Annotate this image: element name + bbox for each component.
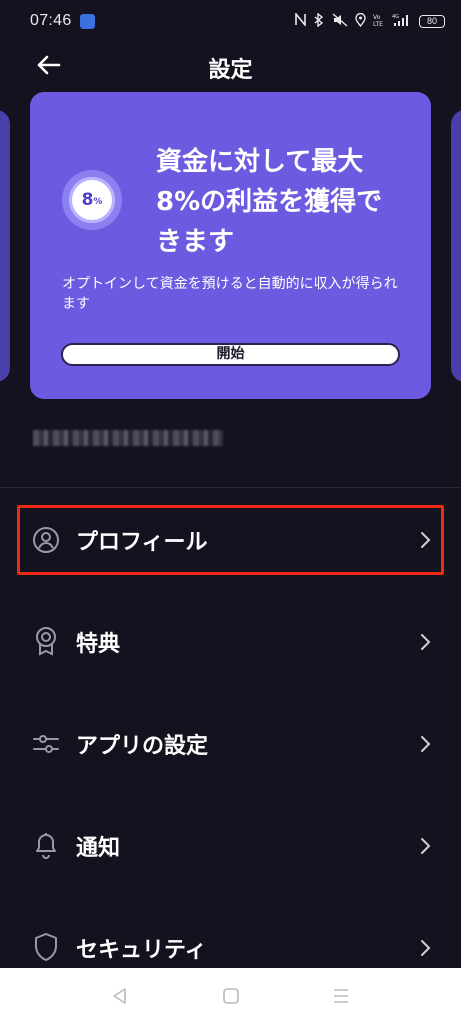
chevron-right-icon [419, 735, 431, 753]
status-time: 07:46 [30, 12, 72, 29]
page-title: 設定 [208, 58, 253, 83]
chevron-right-icon [419, 531, 431, 549]
chevron-right-icon [419, 939, 431, 957]
divider [0, 487, 461, 488]
header: 設定 [0, 42, 461, 90]
bell-icon [32, 830, 60, 859]
menu-item-app-settings[interactable]: アプリの設定 [0, 712, 461, 776]
menu-item-rewards[interactable]: 特典 [0, 610, 461, 674]
start-button[interactable]: 開始 [61, 343, 400, 366]
badge-number: 8 [81, 190, 94, 210]
menu-item-notifications[interactable]: 通知 [0, 814, 461, 878]
carousel-prev-card[interactable] [0, 110, 10, 382]
volte-icon: Vo LTE [373, 13, 385, 30]
home-square-icon[interactable] [221, 986, 241, 1006]
svg-text:LTE: LTE [373, 21, 383, 27]
chevron-right-icon [419, 837, 431, 855]
mute-icon [332, 12, 348, 30]
location-icon [355, 12, 366, 30]
signal-4g-icon: 4G [392, 13, 412, 30]
system-nav-bar [0, 968, 461, 1024]
status-bar: 07:46 Vo LTE 4G 80 [0, 0, 461, 42]
bluetooth-icon [313, 12, 325, 30]
promo-card[interactable]: 8% 資金に対して最大8%の利益を獲得できます オプトインして資金を預けると自動… [30, 92, 431, 399]
award-icon [32, 626, 60, 656]
percent-badge-icon: 8% [62, 170, 122, 230]
menu-label: セキュリティ [76, 938, 207, 963]
settings-screen: 07:46 Vo LTE 4G 80 設定 8 % 資金に対して最大8%の利益を… [0, 0, 461, 1024]
recents-lines-icon[interactable] [331, 986, 351, 1006]
menu-label: プロフィール [76, 530, 208, 555]
svg-text:Vo: Vo [373, 14, 381, 21]
battery-icon: 80 [419, 14, 445, 28]
badge-unit: % [93, 197, 103, 207]
menu-item-profile[interactable]: プロフィール [0, 508, 461, 572]
menu-label: アプリの設定 [76, 734, 209, 759]
nfc-icon [295, 11, 306, 29]
chevron-right-icon [419, 633, 431, 651]
profile-icon [32, 526, 60, 554]
app-notification-icon [79, 13, 95, 29]
promo-body: オプトインして資金を預けると自動的に収入が得られます [62, 276, 398, 312]
svg-text:4G: 4G [392, 14, 399, 20]
menu-label: 通知 [76, 836, 121, 861]
back-triangle-icon[interactable] [110, 986, 130, 1006]
account-id-blurred [33, 430, 223, 446]
carousel-next-card[interactable] [451, 110, 461, 382]
shield-icon [32, 932, 60, 961]
sliders-icon [32, 730, 60, 758]
menu-label: 特典 [76, 632, 121, 657]
promo-headline: 資金に対して最大8%の利益を獲得できます [156, 147, 383, 257]
status-icons: Vo LTE 4G 80 [295, 11, 445, 30]
